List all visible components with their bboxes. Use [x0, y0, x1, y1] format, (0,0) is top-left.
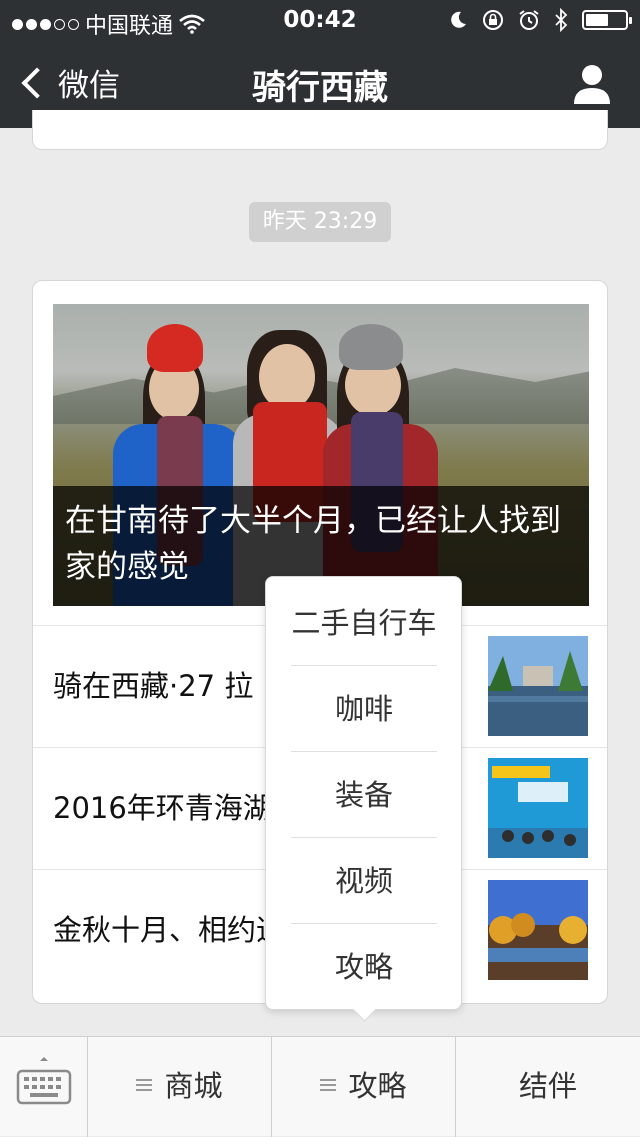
alarm-icon — [519, 10, 539, 30]
message-timestamp: 昨天 23:29 — [249, 202, 391, 242]
keyboard-toggle-button[interactable] — [0, 1037, 88, 1137]
status-bar: 中国联通 00:42 — [0, 0, 640, 40]
menu-tab-guide[interactable]: 攻略 — [272, 1037, 456, 1137]
submenu-item[interactable]: 咖啡 — [291, 666, 437, 752]
bluetooth-icon — [555, 8, 568, 32]
submenu-item[interactable]: 视频 — [291, 838, 437, 924]
submenu-item[interactable]: 二手自行车 — [291, 580, 437, 666]
article-thumbnail — [488, 636, 588, 736]
menu-tab-label: 商城 — [164, 1069, 223, 1103]
bottom-menu-bar: 商城 攻略 结伴 — [0, 1036, 640, 1137]
submenu-list-icon — [320, 1079, 337, 1091]
article-thumbnail — [488, 880, 588, 980]
submenu-item[interactable]: 攻略 — [291, 924, 437, 1010]
cover-article[interactable]: 在甘南待了大半个月，已经让人找到家的感觉 — [53, 304, 589, 606]
profile-icon[interactable] — [572, 62, 612, 106]
menu-tab-label: 结伴 — [518, 1069, 577, 1103]
menu-tab-partner[interactable]: 结伴 — [456, 1037, 640, 1137]
keyboard-icon — [16, 1057, 72, 1105]
submenu-item[interactable]: 装备 — [291, 752, 437, 838]
submenu-list-icon — [136, 1079, 153, 1091]
battery-icon — [582, 10, 632, 30]
page-title: 骑行西藏 — [252, 68, 388, 108]
article-thumbnail — [488, 758, 588, 858]
submenu-popup: 二手自行车 咖啡 装备 视频 攻略 — [265, 576, 462, 1010]
menu-tab-shop[interactable]: 商城 — [88, 1037, 272, 1137]
header: 中国联通 00:42 微信 骑行西藏 — [0, 0, 640, 128]
rotation-lock-icon — [483, 10, 503, 30]
status-right — [448, 8, 632, 32]
previous-message-card[interactable] — [32, 110, 608, 150]
moon-icon — [451, 11, 466, 28]
menu-tab-label: 攻略 — [348, 1069, 407, 1103]
